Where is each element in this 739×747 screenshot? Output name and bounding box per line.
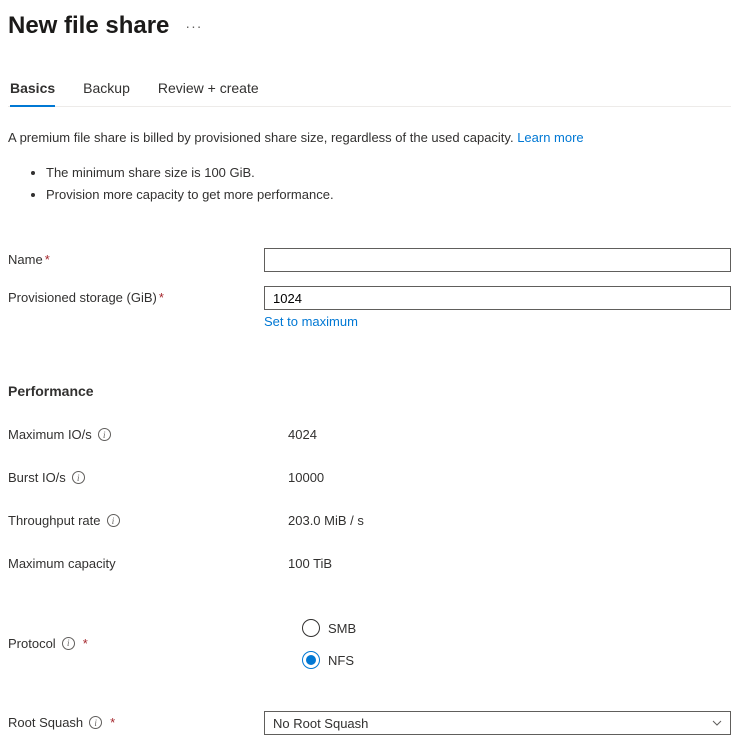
tab-basics[interactable]: Basics [10,72,55,106]
info-icon[interactable]: i [62,637,75,650]
root-squash-value: No Root Squash [273,716,368,731]
root-squash-row: Root Squash i * No Root Squash [8,711,731,735]
page-header: New file share ··· [8,12,731,46]
storage-row: Provisioned storage (GiB)* Set to maximu… [8,286,731,329]
radio-icon [302,651,320,669]
throughput-label: Throughput rate [8,513,101,528]
info-icon[interactable]: i [98,428,111,441]
throughput-row: Throughput rate i 203.0 MiB / s [8,513,731,528]
performance-section-title: Performance [8,383,731,399]
protocol-smb-radio[interactable]: SMB [302,619,731,637]
description-text: A premium file share is billed by provis… [8,130,517,145]
name-row: Name* [8,248,731,272]
required-asterisk: * [45,252,50,267]
set-maximum-link[interactable]: Set to maximum [264,314,358,329]
burst-io-label: Burst IO/s [8,470,66,485]
radio-icon [302,619,320,637]
protocol-row: Protocol i * SMB NFS [8,617,731,669]
tab-review[interactable]: Review + create [158,72,259,106]
storage-input[interactable] [264,286,731,310]
bullet-item: Provision more capacity to get more perf… [46,185,731,205]
throughput-value: 203.0 MiB / s [288,513,731,528]
max-io-label: Maximum IO/s [8,427,92,442]
max-capacity-label: Maximum capacity [8,556,116,571]
info-icon[interactable]: i [89,716,102,729]
name-label: Name [8,252,43,267]
page-title: New file share [8,12,169,40]
protocol-label: Protocol [8,636,56,651]
description: A premium file share is billed by provis… [8,129,731,204]
root-squash-select[interactable]: No Root Squash [264,711,731,735]
protocol-radio-group: SMB NFS [288,617,731,669]
required-asterisk: * [83,636,88,651]
description-bullets: The minimum share size is 100 GiB. Provi… [46,163,731,204]
required-asterisk: * [110,715,115,730]
burst-io-value: 10000 [288,470,731,485]
name-input[interactable] [264,248,731,272]
info-icon[interactable]: i [72,471,85,484]
protocol-smb-label: SMB [328,621,356,636]
max-io-value: 4024 [288,427,731,442]
learn-more-link[interactable]: Learn more [517,130,583,145]
info-icon[interactable]: i [107,514,120,527]
burst-io-row: Burst IO/s i 10000 [8,470,731,485]
max-capacity-row: Maximum capacity 100 TiB [8,556,731,571]
required-asterisk: * [159,290,164,305]
tab-backup[interactable]: Backup [83,72,130,106]
more-icon[interactable]: ··· [185,18,202,34]
root-squash-label: Root Squash [8,715,83,730]
protocol-nfs-radio[interactable]: NFS [302,651,731,669]
storage-label: Provisioned storage (GiB) [8,290,157,305]
protocol-nfs-label: NFS [328,653,354,668]
tabs: Basics Backup Review + create [8,72,731,107]
max-io-row: Maximum IO/s i 4024 [8,427,731,442]
max-capacity-value: 100 TiB [288,556,731,571]
bullet-item: The minimum share size is 100 GiB. [46,163,731,183]
